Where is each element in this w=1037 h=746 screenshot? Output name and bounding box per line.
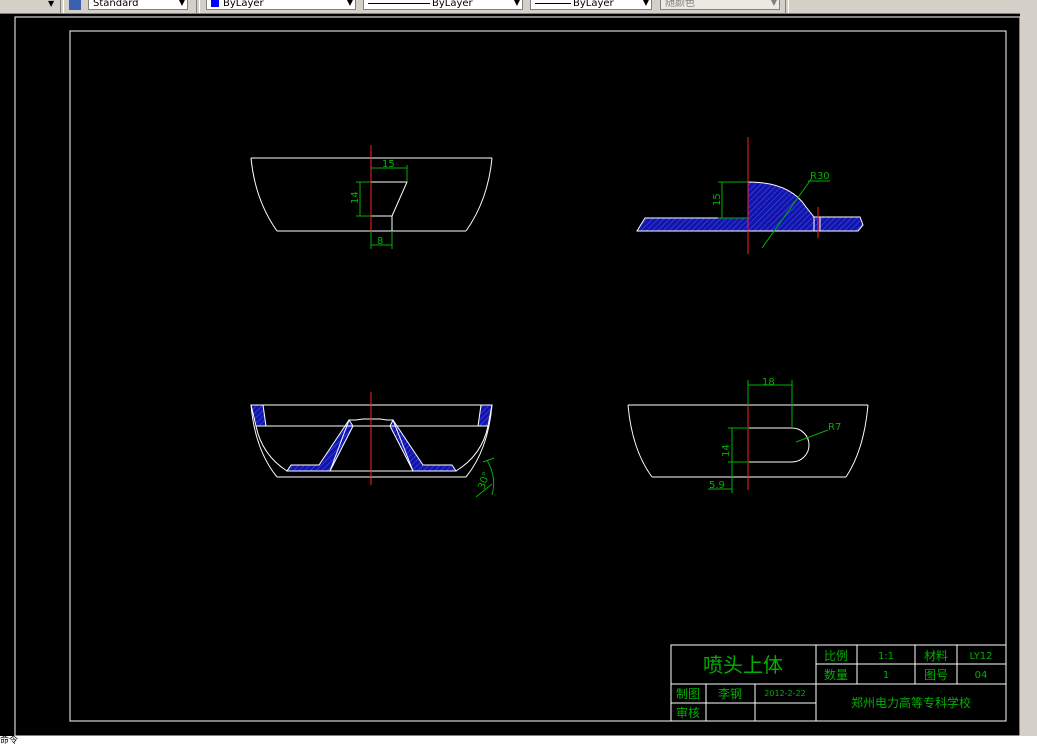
command-line[interactable]: 命令: [0, 736, 1037, 746]
lineweight-select[interactable]: ByLayer ▼: [530, 0, 652, 10]
quantity-label: 数量: [824, 667, 848, 682]
toolbar-separator: [60, 0, 64, 13]
dimension-text: 14: [721, 444, 732, 457]
dimension-text: 15: [712, 193, 723, 206]
chevron-down-icon: ▼: [770, 0, 777, 7]
text-style-icon[interactable]: [69, 0, 81, 10]
drawn-by-value: 李钢: [718, 686, 742, 701]
material-value: LY12: [969, 651, 992, 662]
chevron-down-icon: ▼: [642, 0, 649, 7]
checked-by-label: 审核: [676, 705, 700, 720]
view-top-right: [636, 181, 864, 232]
properties-toolbar: ▼ Standard ▼ ByLayer ▼ ByLayer ▼ ByLayer…: [0, 0, 1037, 14]
text-style-select[interactable]: Standard ▼: [88, 0, 188, 10]
linetype-sample: [368, 2, 430, 4]
chevron-down-icon: ▼: [346, 0, 353, 7]
drawing-number-value: 04: [975, 670, 988, 681]
scale-value: 1:1: [878, 651, 894, 662]
dimension-text: 15: [382, 159, 395, 170]
toolbar-separator: [196, 0, 200, 13]
dimension-text: 8: [377, 236, 383, 247]
toolbar-separator: [785, 0, 789, 13]
dimension-group: [708, 380, 829, 493]
plot-style-select[interactable]: 随颜色 ▼: [660, 0, 780, 10]
dimension-text: R30: [810, 171, 830, 182]
chevron-down-icon: ▼: [513, 0, 520, 7]
dropdown-arrow-icon[interactable]: ▼: [48, 0, 54, 8]
outer-frame: [14, 16, 1020, 736]
chevron-down-icon: ▼: [178, 0, 185, 7]
scale-label: 比例: [824, 649, 848, 663]
linetype-select[interactable]: ByLayer ▼: [363, 0, 523, 10]
vertical-scrollbar[interactable]: [1020, 13, 1037, 739]
inner-frame: [69, 30, 1007, 722]
quantity-value: 1: [883, 670, 889, 681]
dimension-text: 18: [762, 377, 775, 388]
date-value: 2012-2-22: [764, 689, 805, 698]
school-name: 郑州电力高等专科学校: [851, 695, 971, 710]
lineweight-sample: [535, 2, 571, 4]
drawing-number-label: 图号: [924, 668, 948, 682]
drawn-by-label: 制图: [676, 687, 700, 701]
dimension-text: 5.9: [709, 480, 725, 491]
drawing-canvas[interactable]: 15 14 8 15 R30 30° 18 14 5.9 R7 喷头上体 比例 …: [0, 13, 1020, 736]
dimension-text: 30°: [476, 471, 492, 491]
dimension-text: 14: [350, 191, 361, 204]
part-name: 喷头上体: [703, 653, 783, 677]
layer-color-select[interactable]: ByLayer ▼: [206, 0, 356, 10]
color-swatch-icon: [211, 0, 219, 7]
dimension-text: R7: [828, 422, 841, 433]
command-prompt: 命令: [0, 736, 19, 746]
material-label: 材料: [924, 649, 948, 663]
